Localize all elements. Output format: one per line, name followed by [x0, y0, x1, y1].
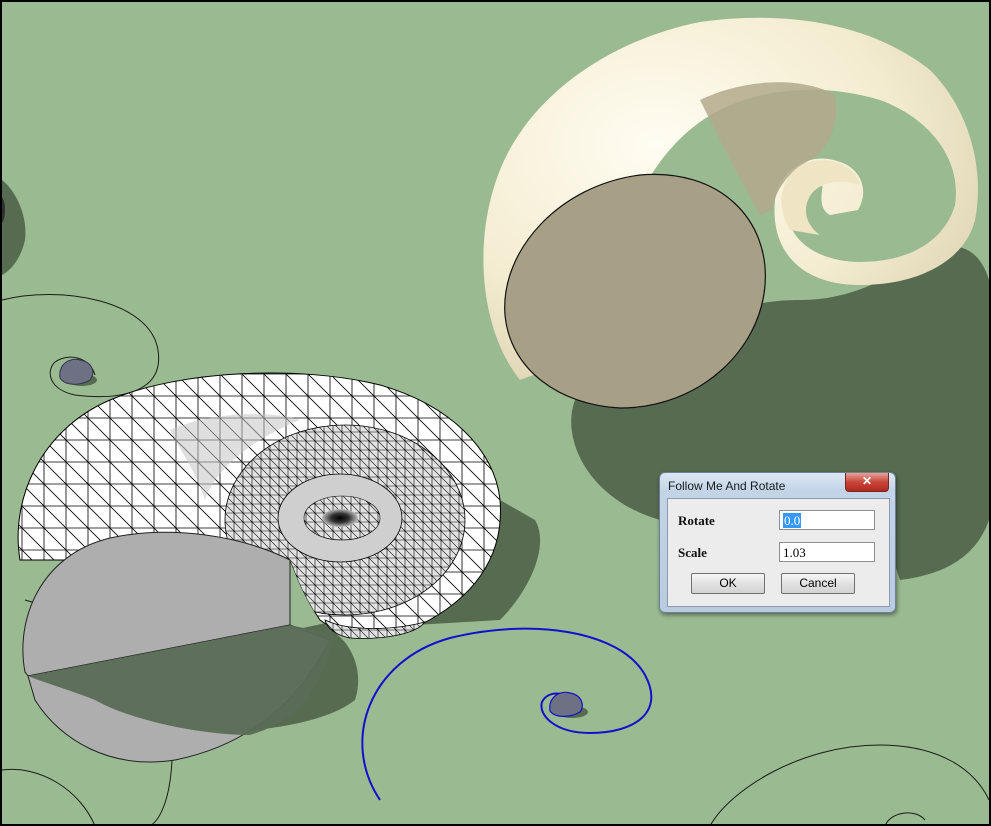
rotate-input[interactable]: 0.0 — [779, 510, 875, 530]
dialog-close-button[interactable]: ✕ — [845, 473, 889, 492]
dialog-title: Follow Me And Rotate — [668, 479, 786, 493]
dialog-body: Rotate 0.0 Scale 1.03 OK Cancel — [667, 498, 890, 607]
modeling-viewport[interactable]: Follow Me And Rotate ✕ Rotate 0.0 Scale … — [0, 0, 991, 826]
scale-input[interactable]: 1.03 — [779, 542, 875, 562]
cancel-button[interactable]: Cancel — [781, 573, 855, 594]
scale-label: Scale — [678, 545, 707, 560]
close-icon: ✕ — [861, 474, 873, 488]
3d-scene[interactable] — [0, 0, 991, 826]
ok-button[interactable]: OK — [691, 573, 765, 594]
follow-me-rotate-dialog[interactable]: Follow Me And Rotate ✕ Rotate 0.0 Scale … — [659, 472, 896, 613]
rotate-input-value: 0.0 — [783, 513, 802, 528]
rotate-label: Rotate — [678, 513, 715, 528]
